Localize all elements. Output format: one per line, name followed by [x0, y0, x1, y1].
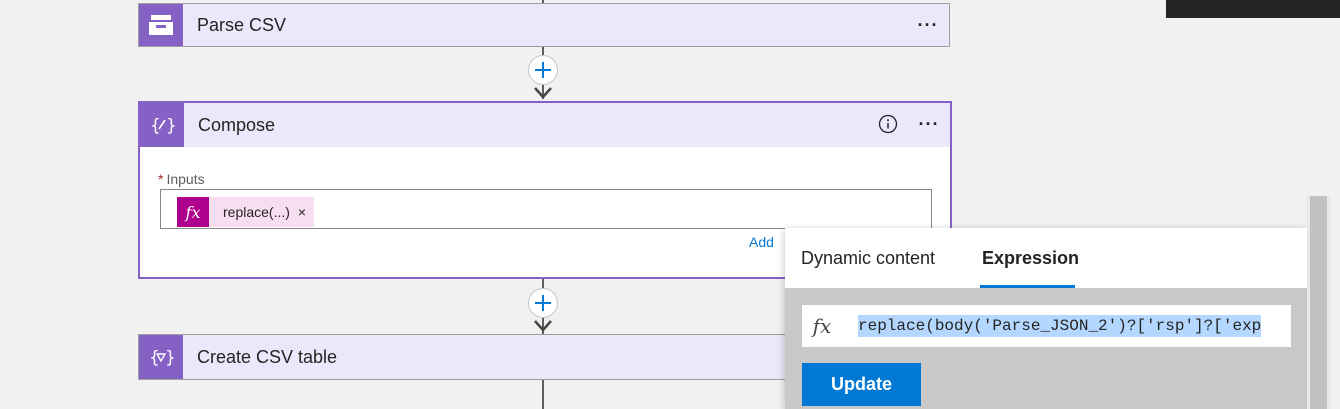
arrow-down-icon [534, 87, 552, 99]
braces-filter-icon: { } [149, 348, 174, 368]
svg-text:{: { [150, 116, 161, 136]
create-csv-action-icon: { } [139, 335, 183, 379]
tab-dynamic-content[interactable]: Dynamic content [801, 248, 935, 269]
required-mark: * [158, 171, 164, 187]
token-remove-button[interactable]: × [298, 204, 306, 220]
more-options-button[interactable]: ··· [917, 14, 939, 36]
update-button[interactable]: Update [802, 363, 921, 406]
top-dark-bar [1166, 0, 1340, 18]
info-icon [878, 114, 898, 134]
expression-text[interactable]: replace(body('Parse_JSON_2')?['rsp']?['e… [858, 315, 1262, 337]
plus-icon [535, 62, 551, 78]
archive-box-icon [149, 15, 173, 35]
token-label: replace(...) [223, 204, 290, 220]
flow-connector [542, 380, 544, 409]
inputs-label: * Inputs [158, 171, 205, 187]
card-header[interactable]: Parse CSV ··· [139, 4, 949, 46]
more-options-button[interactable]: ··· [918, 113, 940, 135]
arrow-down-icon [534, 320, 552, 332]
svg-text:}: } [166, 116, 175, 136]
plus-icon [535, 295, 551, 311]
card-title: Create CSV table [197, 346, 338, 367]
scrollbar-thumb[interactable] [1310, 196, 1327, 409]
ellipsis-icon: ··· [918, 113, 940, 134]
parse-csv-action-icon [139, 4, 183, 46]
function-icon: fx [812, 314, 832, 338]
popup-tabs: Dynamic content Expression [785, 228, 1307, 288]
parse-csv-card[interactable]: Parse CSV ··· [138, 3, 950, 47]
card-title: Compose [198, 114, 276, 135]
svg-text:}: } [165, 348, 174, 368]
card-title: Parse CSV [197, 14, 287, 35]
braces-pen-icon: { } [150, 116, 175, 136]
svg-text:{: { [149, 348, 160, 368]
create-csv-table-card[interactable]: { } Create CSV table [138, 334, 798, 380]
inputs-field[interactable]: fx replace(...) × [160, 189, 932, 229]
info-button[interactable] [878, 114, 898, 134]
expression-token[interactable]: fx replace(...) × [177, 197, 315, 227]
expression-popup: Dynamic content Expression fx replace(bo… [785, 228, 1307, 409]
tab-expression[interactable]: Expression [982, 248, 1079, 269]
card-header[interactable]: { } Create CSV table [139, 335, 798, 379]
function-icon: fx [177, 197, 209, 227]
ellipsis-icon: ··· [917, 14, 939, 35]
add-step-button[interactable] [528, 55, 558, 85]
expression-panel: fx replace(body('Parse_JSON_2')?['rsp']?… [785, 288, 1307, 409]
inputs-label-text: Inputs [166, 171, 205, 187]
add-dynamic-content-link[interactable]: Add [749, 234, 774, 250]
expression-input[interactable]: fx replace(body('Parse_JSON_2')?['rsp']?… [802, 305, 1291, 347]
add-step-button[interactable] [528, 288, 558, 318]
card-header[interactable]: { } Compose ··· [140, 103, 950, 147]
compose-action-icon: { } [140, 103, 184, 147]
